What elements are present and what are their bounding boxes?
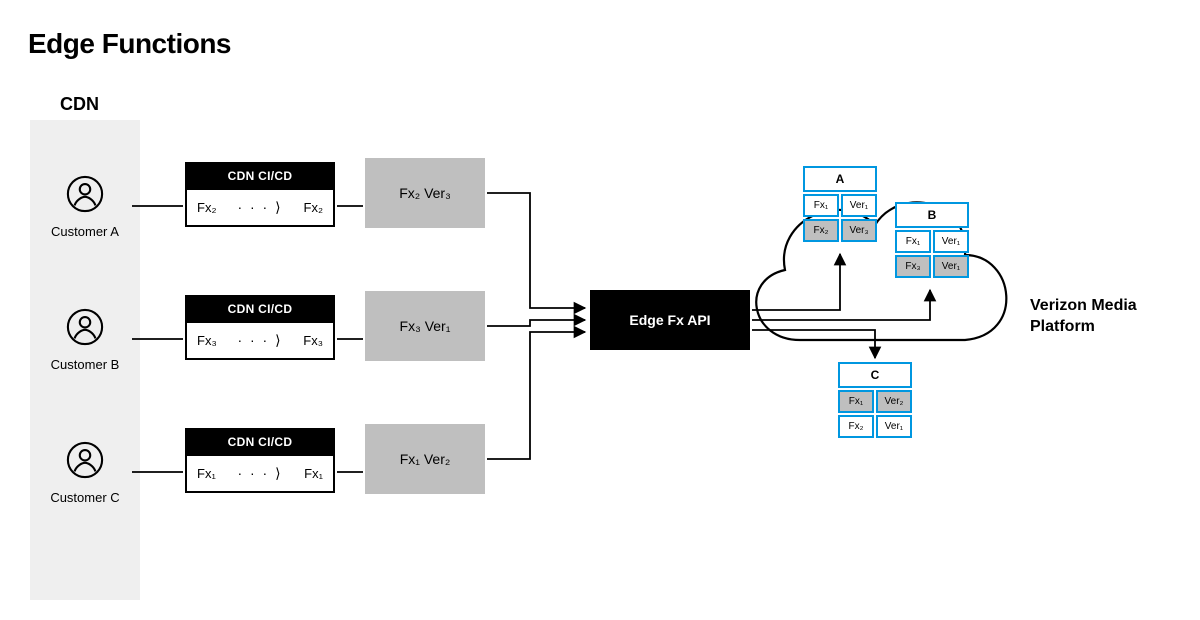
cicd-header: CDN CI/CD xyxy=(185,428,335,456)
pod-cell: Ver₁ xyxy=(876,415,912,438)
artifact-box-a: Fx₂ Ver₃ xyxy=(365,158,485,228)
cicd-to: Fx₃ xyxy=(303,333,323,348)
pod-row: Fx₁ Ver₁ xyxy=(803,194,877,217)
cicd-block-c: CDN CI/CD Fx₁ · · · ⟩ Fx₁ xyxy=(185,428,335,493)
artifact-box-b: Fx₃ Ver₁ xyxy=(365,291,485,361)
pod-cell: Ver₁ xyxy=(933,255,969,278)
pod-row: Fx₁ Ver₁ xyxy=(895,230,969,253)
dots-arrow-icon: · · · ⟩ xyxy=(233,199,286,216)
pod-cell: Fx₂ xyxy=(838,415,874,438)
cicd-block-a: CDN CI/CD Fx₂ · · · ⟩ Fx₂ xyxy=(185,162,335,227)
user-icon xyxy=(66,175,104,213)
customer-c: Customer C xyxy=(40,441,130,505)
pod-cell: Fx₁ xyxy=(838,390,874,413)
cicd-from: Fx₁ xyxy=(197,466,216,481)
cicd-to: Fx₂ xyxy=(304,200,324,215)
edge-fx-api: Edge Fx API xyxy=(590,290,750,350)
pod-cell: Ver₁ xyxy=(841,194,877,217)
user-icon xyxy=(66,308,104,346)
pod-c: C Fx₁ Ver₂ Fx₂ Ver₁ xyxy=(838,362,912,440)
pod-cell: Ver₁ xyxy=(933,230,969,253)
cdn-label: CDN xyxy=(60,94,99,115)
pod-header: B xyxy=(895,202,969,228)
cicd-to: Fx₁ xyxy=(304,466,323,481)
cicd-from: Fx₃ xyxy=(197,333,217,348)
pod-cell: Fx₁ xyxy=(895,230,931,253)
dots-arrow-icon: · · · ⟩ xyxy=(233,465,286,482)
customer-label: Customer B xyxy=(40,357,130,372)
cicd-body: Fx₂ · · · ⟩ Fx₂ xyxy=(185,190,335,227)
cicd-body: Fx₁ · · · ⟩ Fx₁ xyxy=(185,456,335,493)
pod-row: Fx₁ Ver₂ xyxy=(838,390,912,413)
pod-a: A Fx₁ Ver₁ Fx₂ Ver₃ xyxy=(803,166,877,244)
vmp-label: Verizon Media Platform xyxy=(1030,296,1170,338)
pod-cell: Fx₁ xyxy=(803,194,839,217)
pod-header: A xyxy=(803,166,877,192)
cloud-icon xyxy=(740,160,1020,380)
page-title: Edge Functions xyxy=(28,28,231,60)
cicd-block-b: CDN CI/CD Fx₃ · · · ⟩ Fx₃ xyxy=(185,295,335,360)
cicd-header: CDN CI/CD xyxy=(185,295,335,323)
cicd-header: CDN CI/CD xyxy=(185,162,335,190)
user-icon xyxy=(66,441,104,479)
cicd-from: Fx₂ xyxy=(197,200,217,215)
dots-arrow-icon: · · · ⟩ xyxy=(233,332,286,349)
customer-label: Customer C xyxy=(40,490,130,505)
pod-cell: Ver₃ xyxy=(841,219,877,242)
pod-cell: Ver₂ xyxy=(876,390,912,413)
customer-b: Customer B xyxy=(40,308,130,372)
pod-b: B Fx₁ Ver₁ Fx₃ Ver₁ xyxy=(895,202,969,280)
artifact-box-c: Fx₁ Ver₂ xyxy=(365,424,485,494)
customer-a: Customer A xyxy=(40,175,130,239)
pod-cell: Fx₃ xyxy=(895,255,931,278)
pod-cell: Fx₂ xyxy=(803,219,839,242)
cicd-body: Fx₃ · · · ⟩ Fx₃ xyxy=(185,323,335,360)
pod-row: Fx₂ Ver₃ xyxy=(803,219,877,242)
pod-row: Fx₂ Ver₁ xyxy=(838,415,912,438)
pod-header: C xyxy=(838,362,912,388)
customer-label: Customer A xyxy=(40,224,130,239)
pod-row: Fx₃ Ver₁ xyxy=(895,255,969,278)
